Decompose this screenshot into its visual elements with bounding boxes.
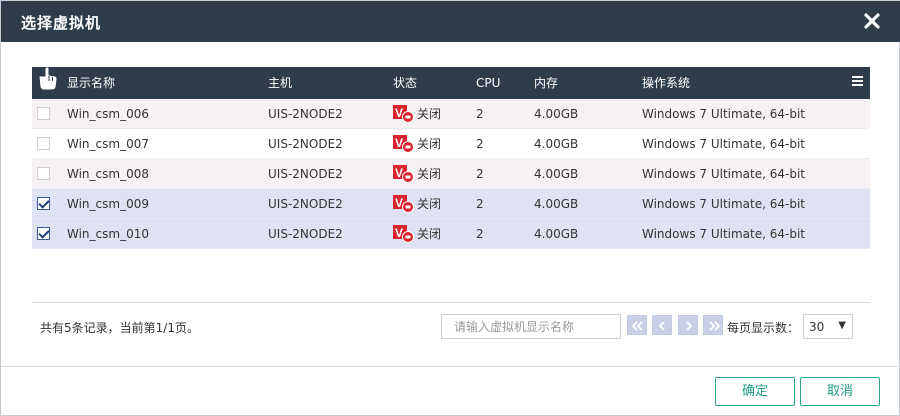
cell-os: Windows 7 Ultimate, 64-bit	[642, 167, 806, 181]
cell-name: Win_csm_007	[67, 137, 149, 151]
row-checkbox[interactable]	[37, 167, 50, 180]
cell-state: V 关闭	[393, 129, 441, 159]
table-header: 显示名称 主机 状态 CPU 内存 操作系统	[32, 67, 870, 99]
svg-text:V: V	[395, 136, 403, 150]
footer-divider	[1, 366, 900, 367]
page-size-label: 每页显示数：	[727, 321, 800, 335]
page-size-select[interactable]: 30 ▼	[803, 314, 853, 339]
prev-page-button[interactable]	[652, 315, 672, 335]
cell-state: V 关闭	[393, 189, 441, 219]
chevron-right-icon	[686, 321, 693, 331]
confirm-button[interactable]: 确定	[715, 377, 795, 406]
chevron-left-icon	[658, 321, 665, 331]
row-checkbox[interactable]	[37, 107, 50, 120]
dialog-title: 选择虚拟机	[21, 14, 102, 32]
cell-os: Windows 7 Ultimate, 64-bit	[642, 137, 806, 151]
vm-off-icon: V	[393, 194, 414, 213]
next-page-button[interactable]	[678, 315, 698, 335]
cell-cpu: 2	[476, 197, 484, 211]
row-checkbox[interactable]	[37, 227, 50, 240]
close-icon[interactable]	[861, 10, 883, 32]
cell-os: Windows 7 Ultimate, 64-bit	[642, 197, 806, 211]
cell-name: Win_csm_006	[67, 107, 149, 121]
cancel-button[interactable]: 取消	[800, 377, 880, 406]
row-checkbox[interactable]	[37, 197, 50, 210]
double-chevron-left-icon	[632, 321, 643, 331]
vm-off-icon: V	[393, 224, 414, 243]
vm-off-icon: V	[393, 134, 414, 153]
table-row[interactable]: Win_csm_007 UIS-2NODE2 V 关闭 2 4.00GB Win…	[32, 129, 870, 159]
dropdown-arrow-icon: ▼	[838, 320, 846, 331]
header-state[interactable]: 状态	[393, 67, 417, 99]
cell-host: UIS-2NODE2	[268, 137, 343, 151]
cell-state: V 关闭	[393, 159, 441, 189]
cell-memory: 4.00GB	[534, 137, 579, 151]
cell-name: Win_csm_008	[67, 167, 149, 181]
header-host[interactable]: 主机	[268, 67, 292, 99]
select-vm-dialog: 选择虚拟机 显示名称 主机 状态 CPU 内存 操作系统 Win_csm_006…	[0, 0, 900, 416]
vm-off-icon: V	[393, 104, 414, 123]
table-row[interactable]: Win_csm_006 UIS-2NODE2 V 关闭 2 4.00GB Win…	[32, 99, 870, 129]
cell-name: Win_csm_009	[67, 197, 149, 211]
records-summary: 共有5条记录，当前第1/1页。	[40, 321, 199, 335]
cell-host: UIS-2NODE2	[268, 167, 343, 181]
svg-text:V: V	[395, 196, 403, 210]
header-memory[interactable]: 内存	[534, 67, 558, 99]
svg-text:V: V	[395, 166, 403, 180]
cell-state: V 关闭	[393, 219, 441, 249]
cell-cpu: 2	[476, 137, 484, 151]
header-os[interactable]: 操作系统	[642, 67, 690, 99]
svg-text:V: V	[395, 226, 403, 240]
cell-memory: 4.00GB	[534, 197, 579, 211]
cell-state: V 关闭	[393, 99, 441, 129]
cell-cpu: 2	[476, 167, 484, 181]
page-size-value: 30	[809, 320, 825, 334]
state-label: 关闭	[417, 227, 442, 241]
header-cpu[interactable]: CPU	[476, 67, 500, 99]
cell-cpu: 2	[476, 227, 484, 241]
pagination-divider	[32, 302, 870, 303]
cell-host: UIS-2NODE2	[268, 197, 343, 211]
svg-text:V: V	[395, 106, 403, 120]
cell-name: Win_csm_010	[67, 227, 149, 241]
cell-memory: 4.00GB	[534, 167, 579, 181]
state-label: 关闭	[417, 197, 442, 211]
table-row[interactable]: Win_csm_009 UIS-2NODE2 V 关闭 2 4.00GB Win…	[32, 189, 870, 219]
cell-memory: 4.00GB	[534, 107, 579, 121]
table-row[interactable]: Win_csm_008 UIS-2NODE2 V 关闭 2 4.00GB Win…	[32, 159, 870, 189]
dialog-titlebar: 选择虚拟机	[1, 1, 900, 42]
vm-table: 显示名称 主机 状态 CPU 内存 操作系统 Win_csm_006 UIS-2…	[32, 67, 870, 249]
state-label: 关闭	[417, 167, 442, 181]
state-label: 关闭	[417, 107, 442, 121]
cell-memory: 4.00GB	[534, 227, 579, 241]
drag-handle-icon[interactable]	[37, 67, 59, 91]
header-name[interactable]: 显示名称	[67, 67, 115, 99]
first-page-button[interactable]	[627, 315, 647, 335]
cell-cpu: 2	[476, 107, 484, 121]
last-page-button[interactable]	[703, 315, 723, 335]
search-input[interactable]	[441, 314, 621, 339]
double-chevron-right-icon	[709, 321, 720, 331]
cell-host: UIS-2NODE2	[268, 227, 343, 241]
table-row[interactable]: Win_csm_010 UIS-2NODE2 V 关闭 2 4.00GB Win…	[32, 219, 870, 249]
state-label: 关闭	[417, 137, 442, 151]
vm-off-icon: V	[393, 164, 414, 183]
row-checkbox[interactable]	[37, 137, 50, 150]
cell-os: Windows 7 Ultimate, 64-bit	[642, 227, 806, 241]
cell-host: UIS-2NODE2	[268, 107, 343, 121]
cell-os: Windows 7 Ultimate, 64-bit	[642, 107, 806, 121]
